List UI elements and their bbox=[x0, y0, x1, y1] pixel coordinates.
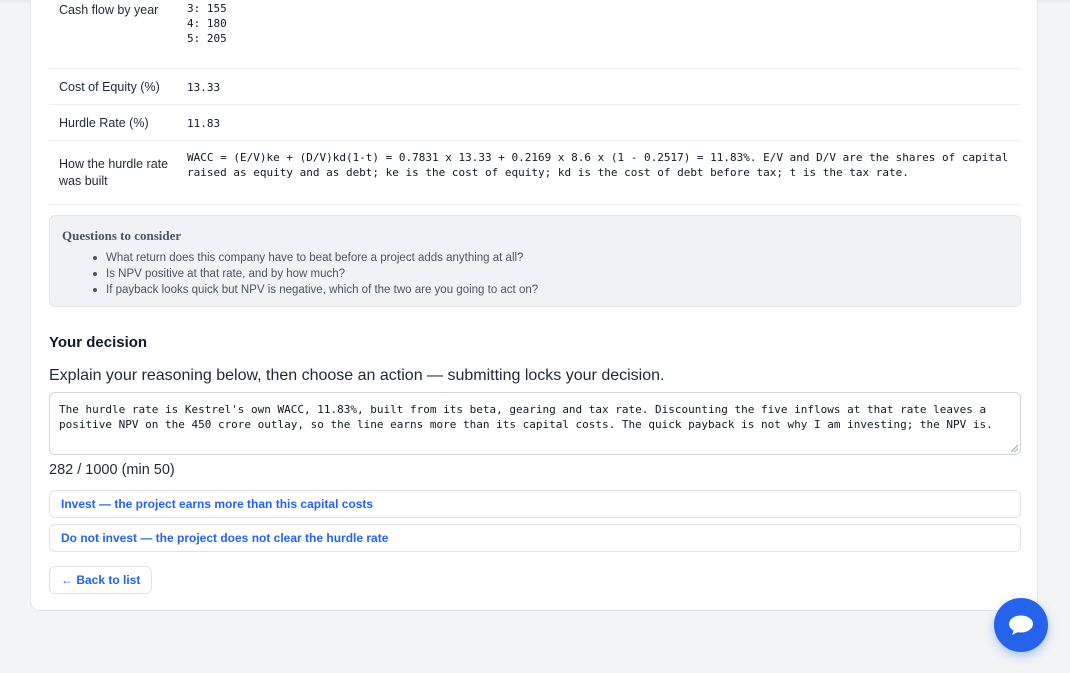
cost-of-equity-value: 13.33 bbox=[187, 81, 221, 94]
chat-bubble-icon bbox=[1009, 615, 1033, 635]
decision-instructions: Explain your reasoning below, then choos… bbox=[49, 367, 665, 384]
questions-list: What return does this company have to be… bbox=[92, 250, 539, 298]
character-count: 282 / 1000 (min 50) bbox=[49, 462, 175, 478]
decision-heading: Your decision bbox=[49, 334, 148, 351]
hurdle-built-label: How the hurdle rate was built bbox=[59, 157, 169, 188]
question-item: Is NPV positive at that rate, and by how… bbox=[92, 266, 538, 282]
back-to-list-button[interactable]: ← Back to list bbox=[49, 566, 153, 594]
reasoning-textarea[interactable]: The hurdle rate is Kestrel's own WACC, 1… bbox=[49, 392, 1021, 455]
resize-handle-icon[interactable] bbox=[1010, 444, 1019, 453]
detail-row-cost-of-equity: Cost of Equity (%) 13.33 bbox=[49, 68, 1021, 105]
questions-title: Questions to consider bbox=[62, 228, 182, 243]
invest-button[interactable]: Invest — the project earns more than thi… bbox=[49, 490, 1021, 518]
chat-button[interactable] bbox=[994, 598, 1048, 652]
detail-row-hurdle-built: How the hurdle rate was built WACC = (E/… bbox=[49, 140, 1021, 205]
hurdle-built-value: WACC = (E/V)ke + (D/V)kd(1-t) = 0.7831 x… bbox=[187, 151, 1015, 179]
question-item: What return does this company have to be… bbox=[92, 250, 538, 266]
cost-of-equity-label: Cost of Equity (%) bbox=[59, 80, 160, 94]
cashflow-values: 2: 130 3: 155 4: 180 5: 205 bbox=[187, 2, 227, 45]
hurdle-rate-value: 11.83 bbox=[187, 117, 221, 130]
detail-row-cashflow: Cash flow by year 2: 130 3: 155 4: 180 5… bbox=[49, 0, 1021, 69]
cashflow-label: Cash flow by year bbox=[59, 3, 159, 17]
hurdle-rate-label: Hurdle Rate (%) bbox=[59, 116, 149, 130]
question-item: If payback looks quick but NPV is negati… bbox=[92, 284, 539, 296]
do-not-invest-button[interactable]: Do not invest — the project does not cle… bbox=[49, 524, 1021, 552]
questions-panel: Questions to consider What return does t… bbox=[49, 215, 1021, 307]
detail-row-hurdle-rate: Hurdle Rate (%) 11.83 bbox=[49, 104, 1021, 141]
